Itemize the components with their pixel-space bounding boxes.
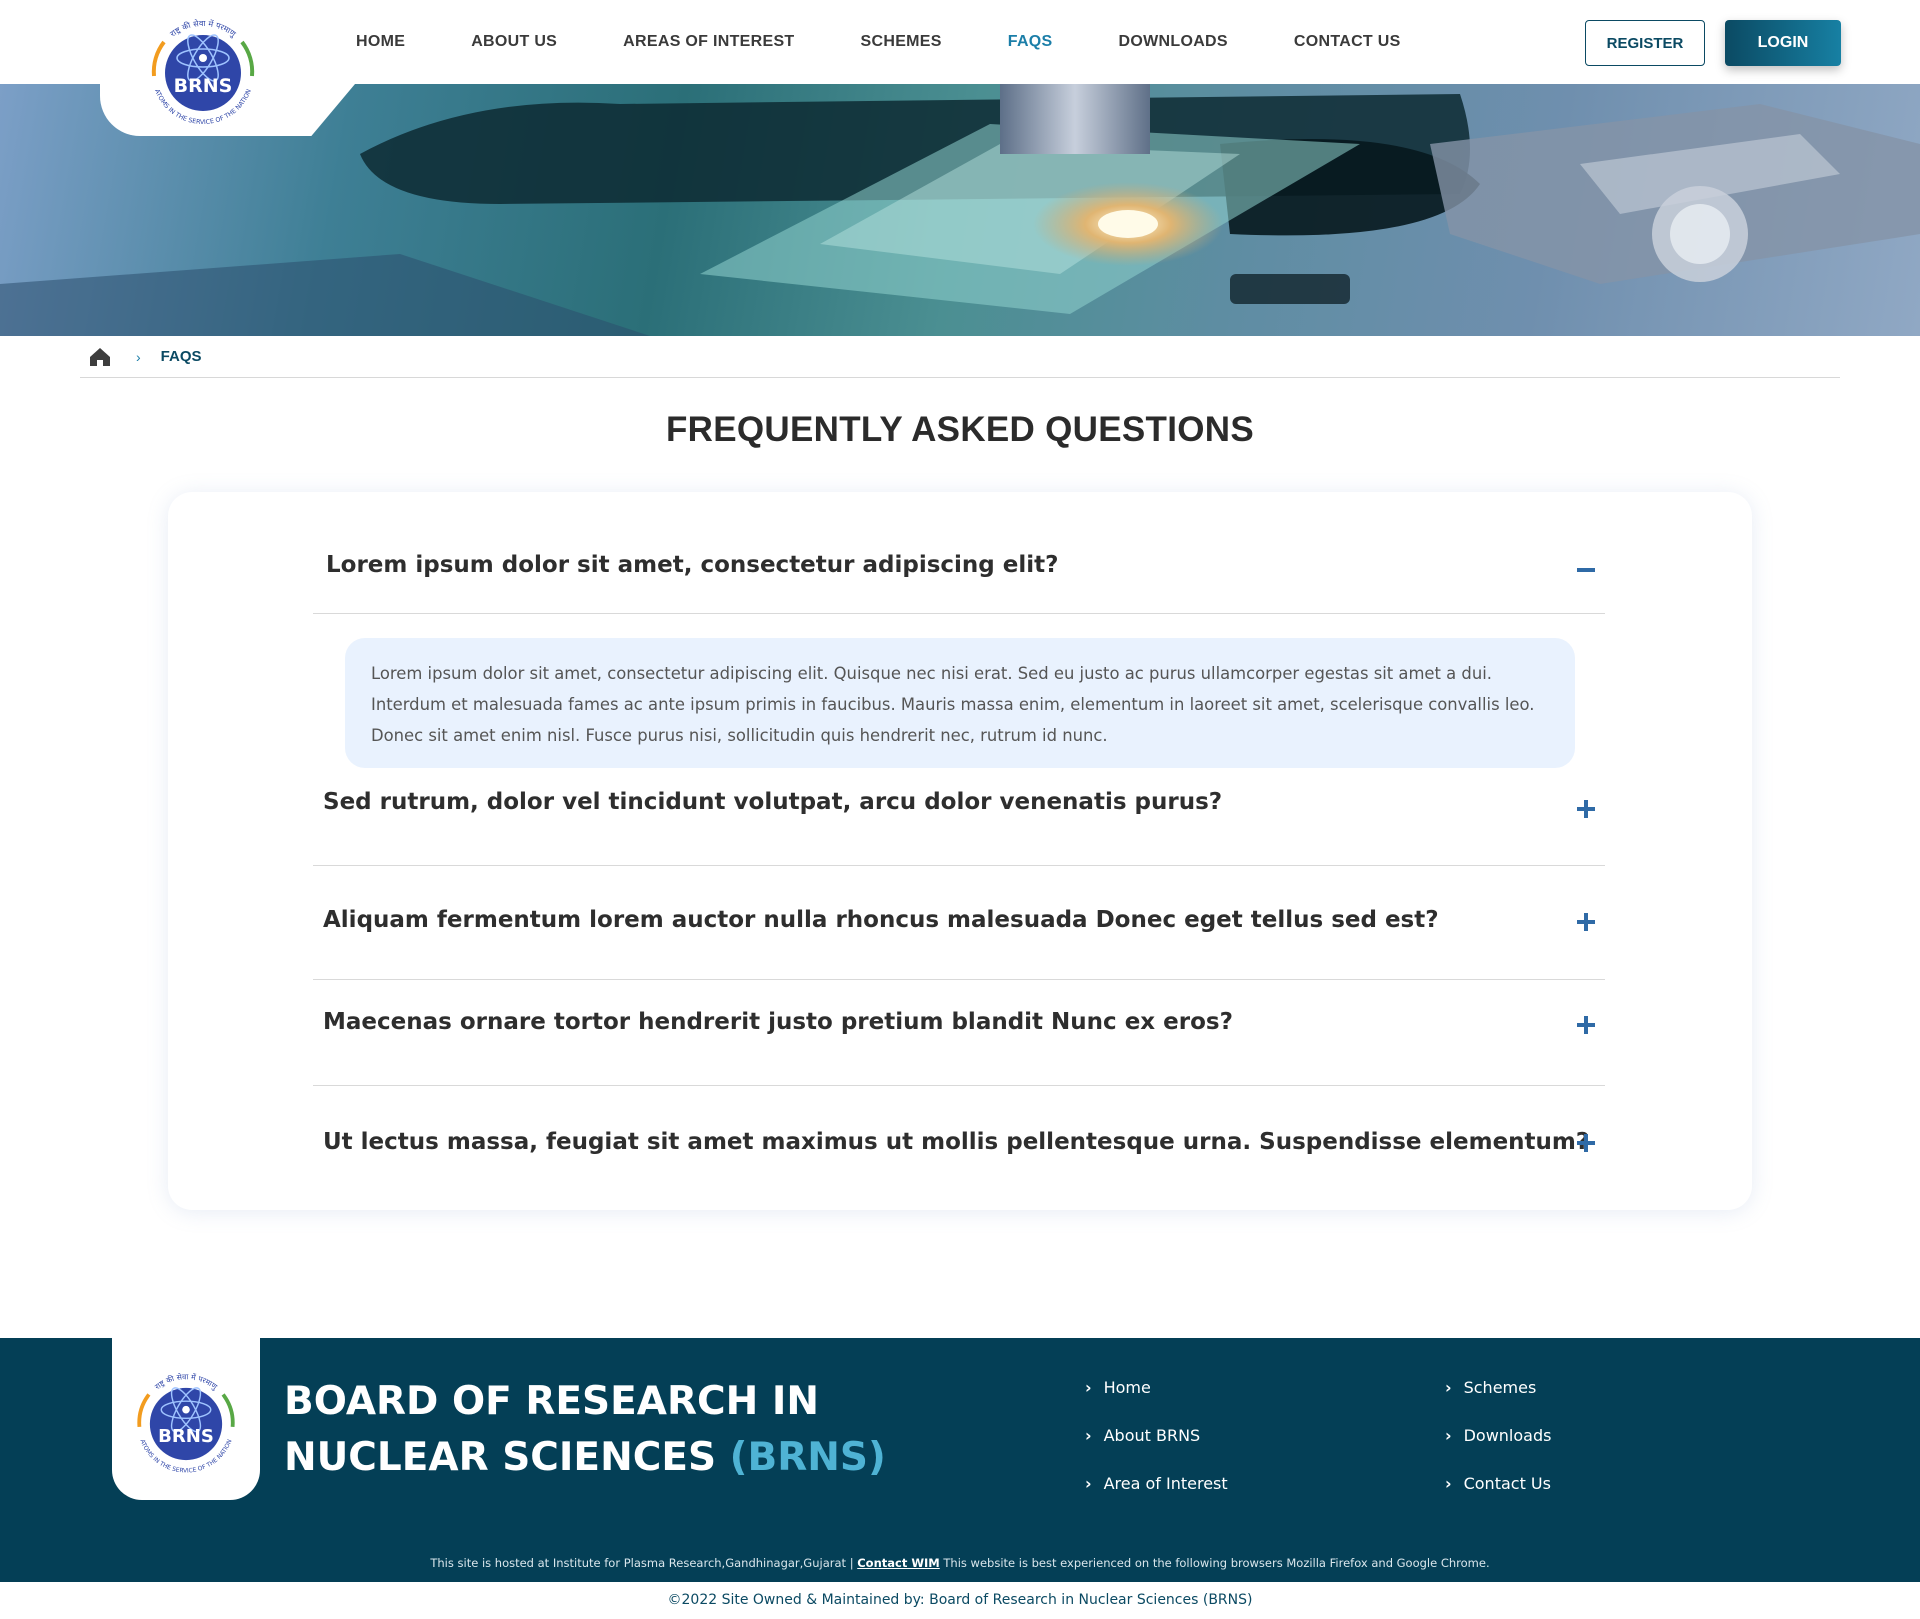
- home-icon[interactable]: [88, 345, 112, 369]
- login-button[interactable]: LOGIN: [1725, 20, 1841, 66]
- chevron-right-icon: ›: [1085, 1426, 1092, 1445]
- footer-link-downloads[interactable]: › Downloads: [1445, 1426, 1551, 1445]
- chevron-right-icon: ›: [1445, 1378, 1452, 1397]
- plus-icon[interactable]: [1575, 1132, 1597, 1154]
- brns-logo[interactable]: BRNS राष्ट्र की सेवा में परमाणु ATOMS IN…: [142, 12, 264, 134]
- footer-logo-box: BRNS राष्ट्र की सेवा में परमाणु ATOMS IN…: [112, 1338, 260, 1500]
- faq-question[interactable]: Lorem ipsum dolor sit amet, consectetur …: [326, 552, 1058, 578]
- footer-title-abbr: (BRNS): [729, 1435, 886, 1480]
- svg-text:BRNS: BRNS: [158, 1426, 214, 1447]
- chevron-right-icon: ›: [1085, 1474, 1092, 1493]
- faq-answer: Lorem ipsum dolor sit amet, consectetur …: [345, 638, 1575, 768]
- main-nav: HOME ABOUT US AREAS OF INTEREST SCHEMES …: [330, 0, 1401, 84]
- chevron-right-icon: ›: [1085, 1378, 1092, 1397]
- nav-schemes[interactable]: SCHEMES: [861, 33, 942, 51]
- faq-item-3[interactable]: Aliquam fermentum lorem auctor nulla rho…: [313, 866, 1605, 980]
- footer-hosting-note: This site is hosted at Institute for Pla…: [430, 1556, 1490, 1570]
- copyright: ©2022 Site Owned & Maintained by: Board …: [0, 1582, 1920, 1619]
- footer-org-title: BOARD OF RESEARCH IN NUCLEAR SCIENCES (B…: [284, 1374, 886, 1486]
- chevron-right-icon: ›: [1445, 1426, 1452, 1445]
- nav-home[interactable]: HOME: [356, 33, 405, 51]
- chevron-right-icon: ›: [1445, 1474, 1452, 1493]
- faq-item-5[interactable]: Ut lectus massa, feugiat sit amet maximu…: [313, 1086, 1605, 1196]
- faq-item-2[interactable]: Sed rutrum, dolor vel tincidunt volutpat…: [313, 768, 1605, 866]
- register-button[interactable]: REGISTER: [1585, 20, 1705, 66]
- brns-logo-icon: BRNS राष्ट्र की सेवा में परमाणु ATOMS IN…: [145, 15, 261, 131]
- nav-contact-us[interactable]: CONTACT US: [1294, 33, 1401, 51]
- faq-item-4[interactable]: Maecenas ornare tortor hendrerit justo p…: [313, 980, 1605, 1086]
- footer-link-home[interactable]: › Home: [1085, 1378, 1151, 1397]
- nav-areas-of-interest[interactable]: AREAS OF INTEREST: [623, 33, 794, 51]
- minus-icon[interactable]: [1575, 559, 1597, 581]
- nav-downloads[interactable]: DOWNLOADS: [1119, 33, 1228, 51]
- faq-question[interactable]: Sed rutrum, dolor vel tincidunt volutpat…: [323, 789, 1222, 815]
- footer-link-contact[interactable]: › Contact Us: [1445, 1474, 1551, 1493]
- breadcrumb: › FAQS: [80, 336, 1840, 378]
- page-title: FREQUENTLY ASKED QUESTIONS: [666, 410, 1254, 449]
- contact-wim-link[interactable]: Contact WIM: [857, 1556, 940, 1570]
- faq-item-1[interactable]: Lorem ipsum dolor sit amet, consectetur …: [313, 492, 1605, 614]
- breadcrumb-current: FAQS: [160, 348, 202, 365]
- faq-question[interactable]: Maecenas ornare tortor hendrerit justo p…: [323, 1009, 1233, 1035]
- faq-question[interactable]: Ut lectus massa, feugiat sit amet maximu…: [323, 1129, 1589, 1155]
- footer-title-line2: NUCLEAR SCIENCES (BRNS): [284, 1435, 886, 1480]
- nav-about-us[interactable]: ABOUT US: [471, 33, 557, 51]
- site-footer: BRNS राष्ट्र की सेवा में परमाणु ATOMS IN…: [0, 1338, 1920, 1582]
- footer-title-line1: BOARD OF RESEARCH IN: [284, 1379, 819, 1424]
- brns-logo-icon: BRNS राष्ट्र की सेवा में परमाणु ATOMS IN…: [137, 1372, 235, 1475]
- footer-link-schemes[interactable]: › Schemes: [1445, 1378, 1536, 1397]
- plus-icon[interactable]: [1575, 911, 1597, 933]
- faq-accordion: Lorem ipsum dolor sit amet, consectetur …: [168, 492, 1752, 1210]
- plus-icon[interactable]: [1575, 798, 1597, 820]
- faq-question[interactable]: Aliquam fermentum lorem auctor nulla rho…: [323, 907, 1439, 933]
- logo-text: BRNS: [174, 75, 233, 97]
- footer-link-about[interactable]: › About BRNS: [1085, 1426, 1200, 1445]
- plus-icon[interactable]: [1575, 1014, 1597, 1036]
- footer-link-area-of-interest[interactable]: › Area of Interest: [1085, 1474, 1228, 1493]
- nav-faqs[interactable]: FAQS: [1008, 33, 1053, 51]
- chevron-right-icon: ›: [136, 348, 141, 365]
